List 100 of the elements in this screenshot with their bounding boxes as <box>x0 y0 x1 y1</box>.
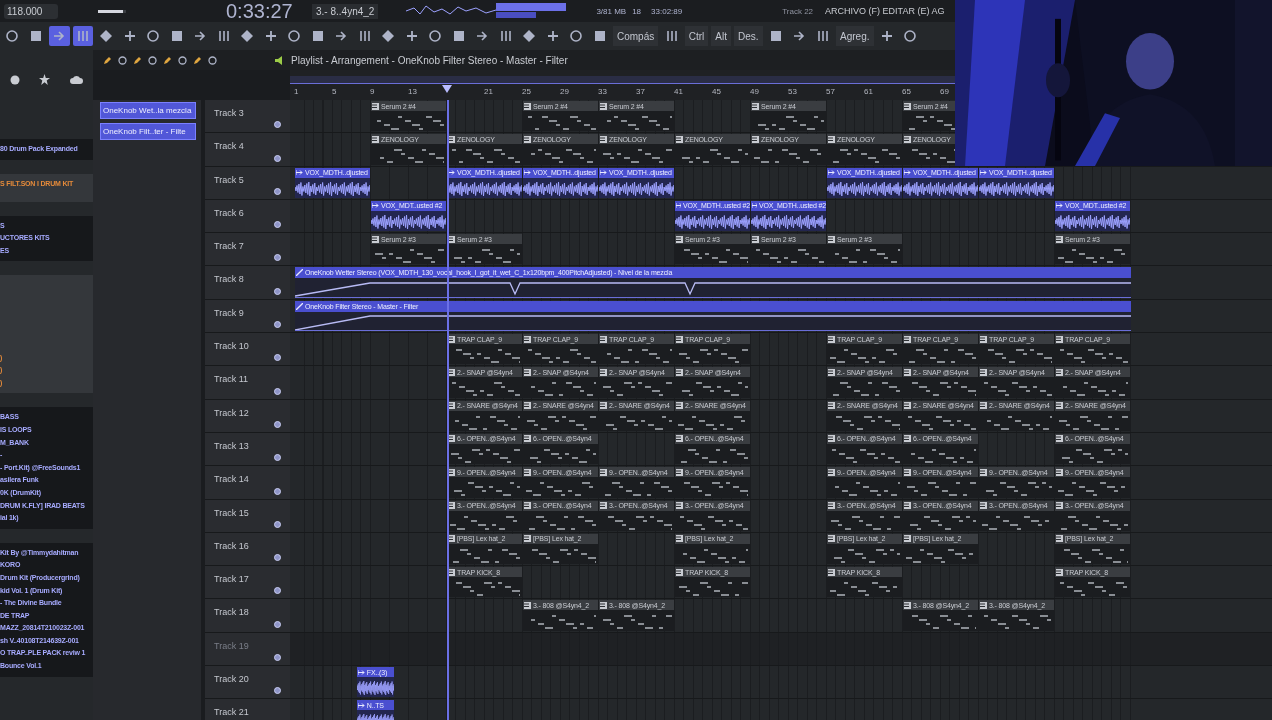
track-header[interactable]: Track 6 <box>205 199 290 233</box>
mute-button[interactable] <box>274 387 281 395</box>
track-name: Track 20 <box>214 674 249 685</box>
track-header[interactable]: Track 4 <box>205 133 290 166</box>
pattern-icon <box>752 102 759 110</box>
track-name: Track 10 <box>214 341 249 352</box>
mute-button[interactable] <box>274 287 281 295</box>
pattern-icon <box>904 335 911 343</box>
mute-button[interactable] <box>274 321 281 329</box>
track-header[interactable]: Track 3 <box>205 100 290 133</box>
track-header[interactable]: Track 17 <box>205 566 290 599</box>
track-header[interactable]: Track 8 <box>205 266 290 299</box>
track-header[interactable]: Track 20 <box>205 666 290 699</box>
pattern-icon <box>524 335 531 343</box>
track-header[interactable]: Track 5 <box>205 166 290 199</box>
pattern-icon <box>980 335 987 343</box>
circle-icon[interactable] <box>148 55 157 65</box>
mute-button[interactable] <box>274 687 281 695</box>
pattern-icon <box>904 468 911 476</box>
track-header[interactable]: Track 21 <box>205 699 290 720</box>
bar-number: 57 <box>826 87 835 96</box>
circle-icon[interactable] <box>208 55 217 65</box>
mute-button[interactable] <box>274 254 281 262</box>
arrow-icon <box>1056 202 1063 210</box>
toolbar-button[interactable]: Compás <box>613 26 659 46</box>
note-preview-drawing <box>754 246 824 265</box>
track-name: Track 5 <box>214 174 244 185</box>
mute-button[interactable] <box>274 454 281 462</box>
note-preview-drawing <box>830 346 900 365</box>
pattern-icon <box>980 402 987 410</box>
pencil-icon[interactable] <box>133 55 142 65</box>
cloud-icon[interactable] <box>70 75 84 84</box>
pattern-icon <box>904 402 911 410</box>
mute-button[interactable] <box>274 221 281 229</box>
speaker-icon[interactable] <box>274 54 285 66</box>
mute-button[interactable] <box>274 354 281 362</box>
track-name: Track 18 <box>214 607 249 618</box>
pattern-icon <box>752 135 759 143</box>
circle-icon[interactable] <box>178 55 187 65</box>
pattern-icon <box>828 235 835 243</box>
pencil-icon[interactable] <box>193 55 202 65</box>
pattern-icon <box>1056 535 1063 543</box>
pencil-icon[interactable] <box>103 55 112 65</box>
circle-icon[interactable] <box>9 74 20 85</box>
track-header[interactable]: Track 13 <box>205 432 290 466</box>
toolbar-button[interactable]: Ctrl <box>684 26 709 46</box>
arrow-icon <box>357 668 365 676</box>
mute-button[interactable] <box>274 187 281 195</box>
track-header[interactable]: Track 9 <box>205 299 290 333</box>
mute-button[interactable] <box>274 420 281 428</box>
mute-button[interactable] <box>274 487 281 495</box>
picker-item[interactable]: OneKnob Filt..ter - Filte <box>100 123 196 140</box>
mute-button[interactable] <box>274 587 281 595</box>
bar-number: 37 <box>636 87 645 96</box>
note-preview-drawing <box>678 346 748 365</box>
main-menu[interactable]: ARCHIVO (F) EDITAR (E) AG <box>825 6 945 16</box>
pattern-icon <box>980 368 987 376</box>
pattern-icon <box>828 502 835 510</box>
track-header[interactable]: Track 12 <box>205 399 290 432</box>
mute-button[interactable] <box>274 554 281 562</box>
track-header[interactable]: Track 16 <box>205 532 290 566</box>
pattern-icon <box>676 502 683 510</box>
pattern-icon <box>524 368 531 376</box>
tempo-display[interactable]: 118.000 <box>4 3 58 19</box>
pattern-icon <box>904 502 911 510</box>
track-header[interactable]: Track 7 <box>205 233 290 266</box>
arrow-icon <box>676 202 682 210</box>
arrow-icon <box>296 169 303 177</box>
circle-icon[interactable] <box>118 55 127 65</box>
mute-button[interactable] <box>274 121 281 129</box>
star-icon[interactable] <box>39 74 51 85</box>
pattern-selector[interactable]: 3.- 8..4yn4_2 <box>312 3 379 19</box>
track-name: Track 6 <box>214 207 244 218</box>
toolbar-button[interactable]: Alt <box>711 26 731 46</box>
track-header[interactable]: Track 18 <box>205 599 290 632</box>
automation-icon <box>296 269 303 277</box>
toolbar-button[interactable]: Des. <box>734 26 763 46</box>
picker-item[interactable]: OneKnob Wet..la mezcla <box>100 102 196 119</box>
note-preview-drawing <box>830 579 900 598</box>
track-header[interactable]: Track 19 <box>205 632 290 666</box>
pattern-icon <box>1056 568 1063 576</box>
pattern-icon <box>904 135 911 143</box>
note-preview-drawing <box>602 479 672 498</box>
bars-icon[interactable] <box>72 26 93 46</box>
mute-button[interactable] <box>274 154 281 162</box>
pencil-icon[interactable] <box>163 55 172 65</box>
mute-button[interactable] <box>274 620 281 628</box>
track-header[interactable]: Track 11 <box>205 366 290 399</box>
track-header[interactable]: Track 14 <box>205 466 290 499</box>
arrow-icon <box>357 701 365 709</box>
pattern-icon <box>1056 235 1063 243</box>
track-header[interactable]: Track 10 <box>205 333 290 366</box>
track-header[interactable]: Track 15 <box>205 499 290 532</box>
mute-button[interactable] <box>274 520 281 528</box>
pattern-icon <box>1056 368 1063 376</box>
note-preview-drawing <box>678 579 748 598</box>
toolbar-button[interactable]: Agreg. <box>836 26 874 46</box>
mute-button[interactable] <box>274 654 281 662</box>
note-preview-drawing <box>374 113 444 131</box>
pattern-icon <box>600 468 607 476</box>
